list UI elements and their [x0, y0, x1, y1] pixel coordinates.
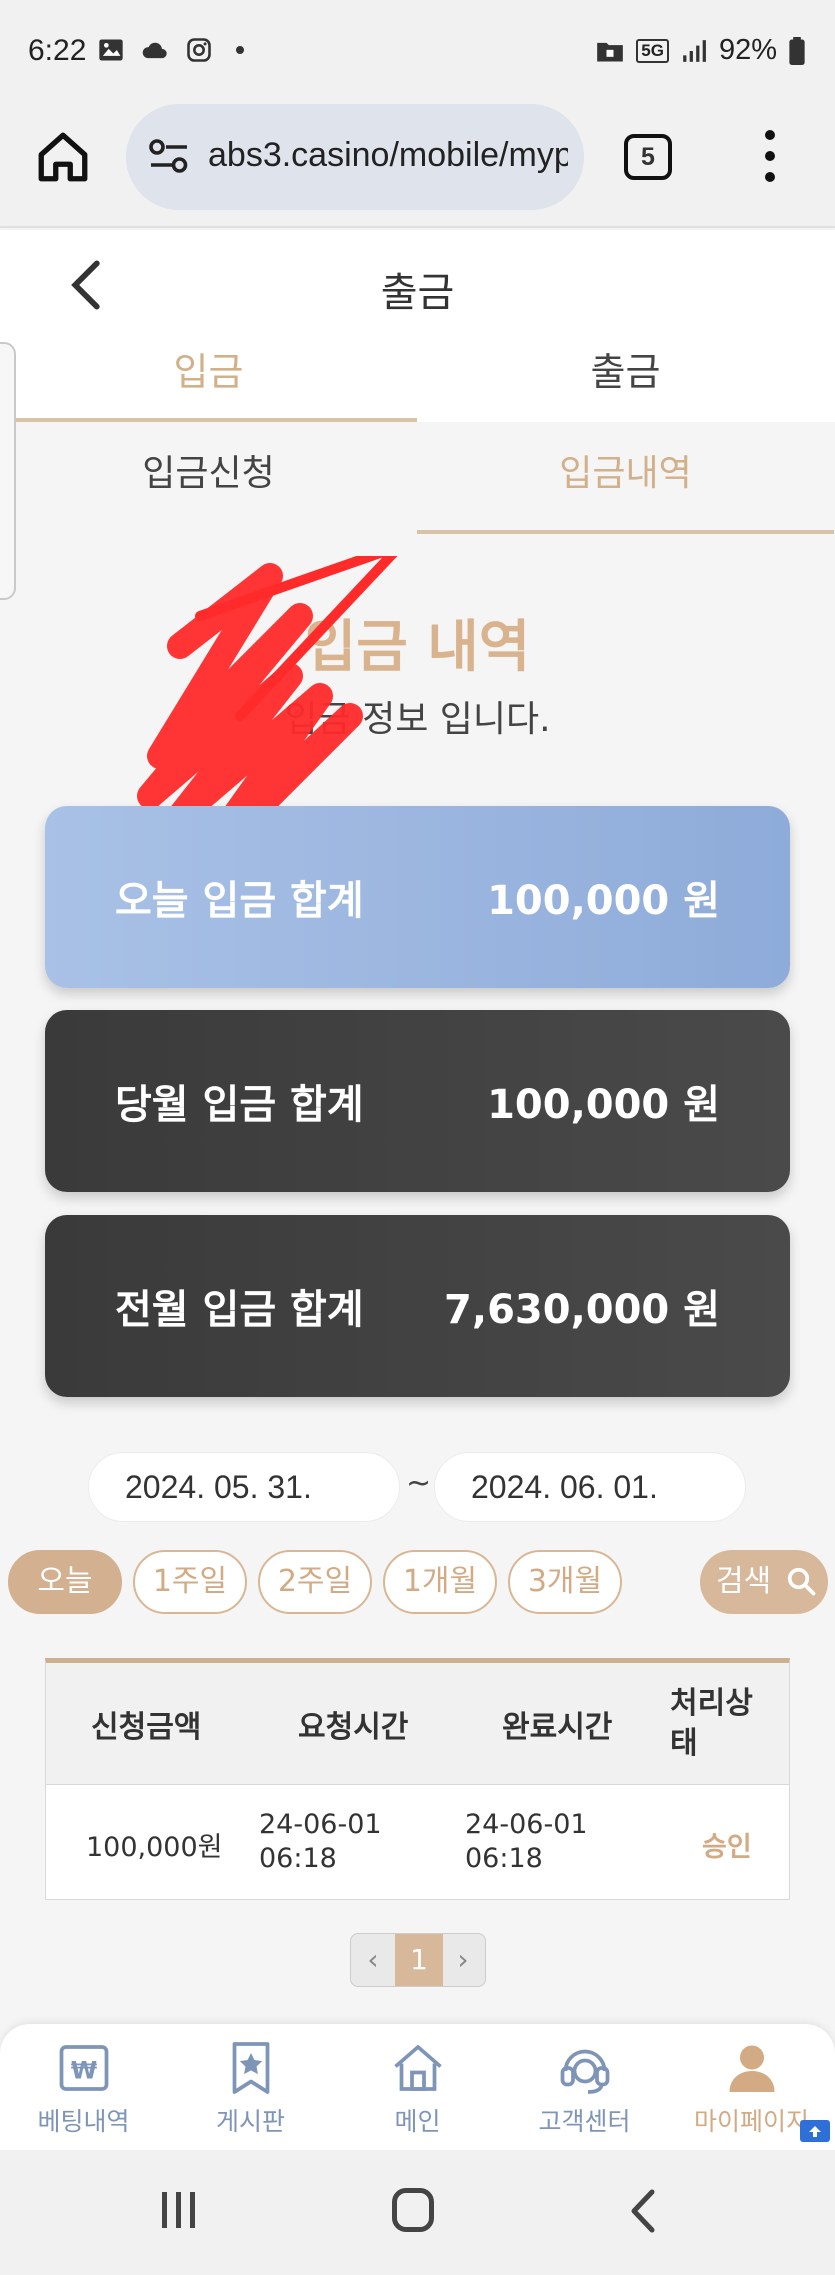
nav-label: 고객센터: [538, 2107, 631, 2136]
last-month-deposit-card: 전월 입금 합계 7,630,000 원: [45, 1215, 790, 1397]
tab-deposit[interactable]: 입금: [0, 342, 417, 422]
side-drawer-handle[interactable]: [0, 342, 16, 600]
cloud-icon: [142, 42, 167, 59]
cell-complete-time: 06:18: [465, 1843, 543, 1874]
column-request-time: 요청시간: [298, 1710, 409, 1745]
instagram-icon: [187, 38, 211, 62]
home-icon[interactable]: [34, 128, 92, 186]
nav-main[interactable]: 메인: [334, 2038, 501, 2148]
home-icon: [393, 2045, 442, 2091]
more-notifications-dot: [236, 46, 244, 54]
search-icon: [787, 1567, 816, 1596]
tab-deposit-history[interactable]: 입금내역: [417, 422, 834, 534]
period-3month-button[interactable]: 3개월: [508, 1550, 622, 1614]
period-1week-button[interactable]: 1주일: [133, 1550, 247, 1614]
table-row: 100,000원 24-06-01 06:18 24-06-01 06:18 승…: [46, 1785, 789, 1899]
support-headset-icon: [560, 2049, 609, 2094]
site-settings-icon[interactable]: [148, 138, 190, 174]
cell-complete-date: 24-06-01: [465, 1809, 588, 1840]
period-1month-button[interactable]: 1개월: [383, 1550, 497, 1614]
today-deposit-card: 오늘 입금 합계 100,000 원: [45, 806, 790, 988]
betting-history-icon: ₩: [59, 2045, 108, 2091]
android-home-icon[interactable]: [392, 2188, 434, 2232]
tab-switcher-button[interactable]: 5: [624, 134, 672, 180]
network-type: 5G: [636, 38, 669, 63]
column-status: 처리상 태: [670, 1686, 753, 1761]
page-current[interactable]: 1: [395, 1934, 443, 1986]
svg-text:₩: ₩: [70, 2057, 97, 2085]
status-bar: 6:22 5G 92%: [0, 0, 835, 100]
card-value: 100,000 원: [487, 1082, 720, 1128]
column-complete-time: 완료시간: [502, 1710, 613, 1745]
status-time: 6:22: [28, 34, 87, 67]
card-label: 오늘 입금 합계: [115, 878, 364, 924]
page-prev-button[interactable]: ‹: [351, 1934, 395, 1986]
url-text[interactable]: abs3.casino/mobile/myp: [208, 136, 568, 175]
battery-icon: [789, 36, 805, 65]
notification-icons: [96, 36, 244, 64]
card-label: 전월 입금 합계: [115, 1287, 364, 1333]
date-separator: ~: [406, 1466, 432, 1501]
column-amount: 신청금액: [91, 1710, 202, 1745]
sub-tabs: 입금신청 입금내역: [0, 422, 835, 534]
cell-status: 승인: [702, 1832, 752, 1863]
gallery-icon: [99, 39, 123, 61]
pagination: ‹ 1 ›: [350, 1933, 486, 1987]
card-value: 100,000 원: [487, 878, 720, 924]
nav-label: 게시판: [215, 2107, 285, 2136]
nav-support[interactable]: 고객센터: [501, 2038, 668, 2148]
main-tabs: 입금 출금: [0, 342, 835, 422]
card-value: 7,630,000 원: [444, 1287, 720, 1333]
system-status: 5G 92%: [596, 34, 805, 67]
search-button[interactable]: 검색: [700, 1550, 828, 1614]
cast-icon[interactable]: [800, 2120, 830, 2142]
battery-percent: 92%: [718, 34, 777, 66]
tab-withdraw[interactable]: 출금: [417, 342, 834, 422]
browser-toolbar: abs3.casino/mobile/myp 5: [0, 100, 835, 228]
table-header: 신청금액 요청시간 완료시간 처리상 태: [46, 1663, 789, 1785]
user-icon: [729, 2045, 774, 2092]
start-date-field[interactable]: 2024. 05. 31.: [88, 1452, 400, 1522]
recents-icon[interactable]: [158, 2190, 200, 2230]
page-title: 출금: [380, 270, 455, 316]
search-button-label: 검색: [716, 1564, 772, 1599]
cell-request-date: 24-06-01: [259, 1809, 382, 1840]
android-back-icon[interactable]: [628, 2188, 658, 2234]
bottom-navigation: ₩ 베팅내역 게시판 메인 고객센터 마이페이지: [0, 2024, 835, 2150]
deposit-history-table: 신청금액 요청시간 완료시간 처리상 태 100,000원 24-06-01 0…: [45, 1658, 790, 1900]
month-deposit-card: 당월 입금 합계 100,000 원: [45, 1010, 790, 1192]
page-next-button[interactable]: ›: [441, 1934, 485, 1986]
nav-label: 메인: [394, 2107, 441, 2136]
period-today-button[interactable]: 오늘: [8, 1550, 122, 1614]
period-2week-button[interactable]: 2주일: [258, 1550, 372, 1614]
end-date-field[interactable]: 2024. 06. 01.: [434, 1452, 746, 1522]
nav-board[interactable]: 게시판: [167, 2038, 334, 2148]
cell-amount: 100,000원: [86, 1832, 223, 1863]
android-navigation-bar: [0, 2150, 835, 2275]
cell-request-time: 06:18: [259, 1843, 337, 1874]
signal-icon: [683, 39, 706, 62]
board-icon: [232, 2042, 269, 2094]
tab-deposit-request[interactable]: 입금신청: [0, 422, 417, 534]
card-label: 당월 입금 합계: [115, 1082, 364, 1128]
folder-lock-icon: [597, 42, 624, 61]
nav-betting-history[interactable]: ₩ 베팅내역: [0, 2038, 167, 2148]
browser-menu-icon[interactable]: [760, 130, 780, 182]
nav-label: 베팅내역: [37, 2107, 130, 2136]
page-header: 출금: [0, 230, 835, 342]
